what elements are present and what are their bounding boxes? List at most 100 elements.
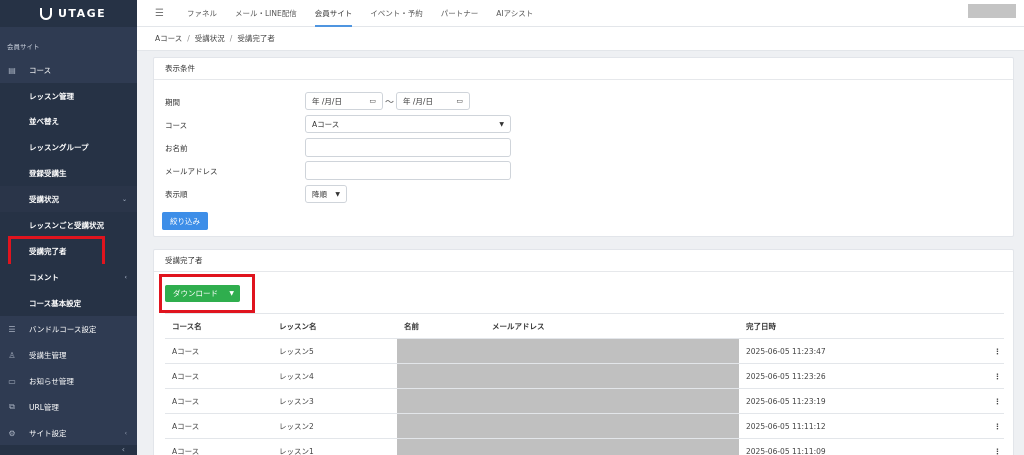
kebab-menu-icon[interactable]: ⋮ xyxy=(984,388,1004,414)
filter-submit-button[interactable]: 絞り込み xyxy=(162,212,208,230)
breadcrumb-item[interactable]: Aコース xyxy=(155,33,182,44)
sidebar-item-label: コース基本設定 xyxy=(29,298,82,308)
sidebar-item-registered-students[interactable]: 登録受講生 xyxy=(0,160,137,186)
sidebar-collapse[interactable]: ‹ xyxy=(0,445,137,455)
logo[interactable]: UTAGE xyxy=(0,0,137,27)
hamburger-icon[interactable]: ☰ xyxy=(155,8,164,19)
cell-completed: 2025-06-05 11:23:26 xyxy=(739,363,984,389)
sidebar-item-label: コース xyxy=(29,65,52,75)
sidebar-item-label: 並べ替え xyxy=(29,116,59,126)
utage-logo-icon xyxy=(40,7,52,20)
cell-lesson: レッスン5 xyxy=(272,338,397,364)
nav-partner[interactable]: パートナー xyxy=(441,0,479,27)
redacted-cell xyxy=(397,388,739,414)
sidebar-item-label: 受講生管理 xyxy=(29,350,67,360)
date-from-placeholder: 年 /月/日 xyxy=(312,96,342,106)
order-select-value: 降順 xyxy=(312,189,327,199)
breadcrumb-item[interactable]: 受講状況 xyxy=(195,33,225,44)
nav-funnel[interactable]: ファネル xyxy=(187,0,217,27)
sidebar-item-lesson-management[interactable]: レッスン管理 xyxy=(0,83,137,109)
chevron-left-icon: ‹ xyxy=(124,273,127,281)
sidebar-item-url[interactable]: ⧉ URL管理 xyxy=(0,394,137,420)
sidebar-item-label: レッスンごと受講状況 xyxy=(29,220,104,230)
order-select[interactable]: 降順 ▼ xyxy=(305,185,347,203)
cell-course: Aコース xyxy=(165,338,272,364)
column-header: レッスン名 xyxy=(272,313,397,339)
results-table: コース名 レッスン名 名前 メールアドレス 完了日時 Aコース レッスン5 20… xyxy=(165,313,1004,455)
course-select-value: Aコース xyxy=(312,119,340,129)
column-header-actions xyxy=(984,313,1004,339)
sidebar-item-label: 登録受講生 xyxy=(29,168,67,178)
nav-member-site[interactable]: 会員サイト xyxy=(314,0,353,27)
cell-completed: 2025-06-05 11:23:47 xyxy=(739,338,984,364)
course-label: コース xyxy=(165,121,188,130)
results-card: 受講完了者 ダウンロード ▼ コース名 レッスン名 名前 メールアドレス 完了日… xyxy=(153,249,1014,455)
sidebar-item-attendance[interactable]: 受講状況 ⌄ xyxy=(0,186,137,212)
redacted-cell xyxy=(397,438,739,455)
cell-course: Aコース xyxy=(165,363,272,389)
gear-icon: ⚙ xyxy=(8,428,16,438)
sidebar: UTAGE 会員サイト ▤ コース レッスン管理 並べ替え レッスングループ 登… xyxy=(0,0,137,455)
nav-ai-assist[interactable]: AIアシスト xyxy=(496,0,533,27)
breadcrumb-separator: / xyxy=(187,34,190,43)
filter-card: 表示条件 期間 年 /月/日 ▭ ～ 年 /月/日 ▭ コース Aコース ▼ お… xyxy=(153,57,1014,237)
table-row: Aコース レッスン5 2025-06-05 11:23:47 ⋮ xyxy=(165,338,1004,364)
list-icon: ☰ xyxy=(8,324,16,334)
sidebar-item-completed[interactable]: 受講完了者 xyxy=(0,236,137,270)
name-input[interactable] xyxy=(305,138,511,157)
breadcrumb: Aコース / 受講状況 / 受講完了者 xyxy=(137,27,1024,51)
sidebar-item-label: レッスングループ xyxy=(29,142,89,152)
sidebar-item-label: 受講状況 xyxy=(29,194,59,204)
table-row: Aコース レッスン1 2025-06-05 11:11:09 ⋮ xyxy=(165,438,1004,455)
redacted-cell xyxy=(397,338,739,364)
sidebar-item-lesson-attendance[interactable]: レッスンごと受講状況 xyxy=(0,212,137,238)
date-to-input[interactable]: 年 /月/日 ▭ xyxy=(396,92,470,110)
course-select[interactable]: Aコース ▼ xyxy=(305,115,511,133)
sidebar-item-sort[interactable]: 並べ替え xyxy=(0,108,137,134)
breadcrumb-separator: / xyxy=(229,34,233,43)
sidebar-item-bundle-course[interactable]: ☰ バンドルコース設定 xyxy=(0,316,137,342)
order-label: 表示順 xyxy=(165,190,188,199)
book-icon: ▤ xyxy=(8,65,16,75)
filter-card-title: 表示条件 xyxy=(154,58,1013,80)
chevron-down-icon: ⌄ xyxy=(121,195,127,203)
period-label: 期間 xyxy=(165,98,180,107)
sidebar-item-label: 受講完了者 xyxy=(29,246,67,256)
name-label: お名前 xyxy=(165,144,188,153)
calendar-icon[interactable]: ▭ xyxy=(456,97,463,105)
date-from-input[interactable]: 年 /月/日 ▭ xyxy=(305,92,383,110)
sidebar-item-course-settings[interactable]: コース基本設定 xyxy=(0,290,137,316)
sidebar-item-comment[interactable]: コメント ‹ xyxy=(0,264,137,290)
cell-completed: 2025-06-05 11:23:19 xyxy=(739,388,984,414)
results-card-title: 受講完了者 xyxy=(154,250,1013,272)
nav-event[interactable]: イベント・予約 xyxy=(370,0,423,27)
calendar-icon[interactable]: ▭ xyxy=(369,97,376,105)
kebab-menu-icon[interactable]: ⋮ xyxy=(984,363,1004,389)
column-header: 名前 xyxy=(397,313,485,339)
account-menu[interactable] xyxy=(968,4,1016,18)
sidebar-item-label: コメント xyxy=(29,272,59,282)
column-header: 完了日時 xyxy=(739,313,984,339)
sidebar-item-news[interactable]: ▭ お知らせ管理 xyxy=(0,368,137,394)
sidebar-item-student-management[interactable]: ♙ 受講生管理 xyxy=(0,342,137,368)
sidebar-item-label: お知らせ管理 xyxy=(29,376,74,386)
email-input[interactable] xyxy=(305,161,511,180)
kebab-menu-icon[interactable]: ⋮ xyxy=(984,413,1004,439)
sidebar-item-course[interactable]: ▤ コース xyxy=(0,57,137,83)
cell-completed: 2025-06-05 11:11:12 xyxy=(739,413,984,439)
sidebar-item-lesson-group[interactable]: レッスングループ xyxy=(0,134,137,160)
top-nav: ☰ ファネル メール・LINE配信 会員サイト イベント・予約 パートナー AI… xyxy=(137,0,1024,27)
news-icon: ▭ xyxy=(8,376,16,386)
kebab-menu-icon[interactable]: ⋮ xyxy=(984,438,1004,455)
cell-course: Aコース xyxy=(165,388,272,414)
nav-mail-line[interactable]: メール・LINE配信 xyxy=(235,0,297,27)
column-header: メールアドレス xyxy=(485,313,739,339)
cell-lesson: レッスン3 xyxy=(272,388,397,414)
date-range-tilde: ～ xyxy=(385,98,395,108)
sidebar-item-label: レッスン管理 xyxy=(29,91,74,101)
redacted-cell xyxy=(397,363,739,389)
sidebar-item-site-settings[interactable]: ⚙ サイト設定 ‹ xyxy=(0,420,137,446)
kebab-menu-icon[interactable]: ⋮ xyxy=(984,338,1004,364)
chevron-left-icon: ‹ xyxy=(124,429,127,437)
cell-lesson: レッスン1 xyxy=(272,438,397,455)
